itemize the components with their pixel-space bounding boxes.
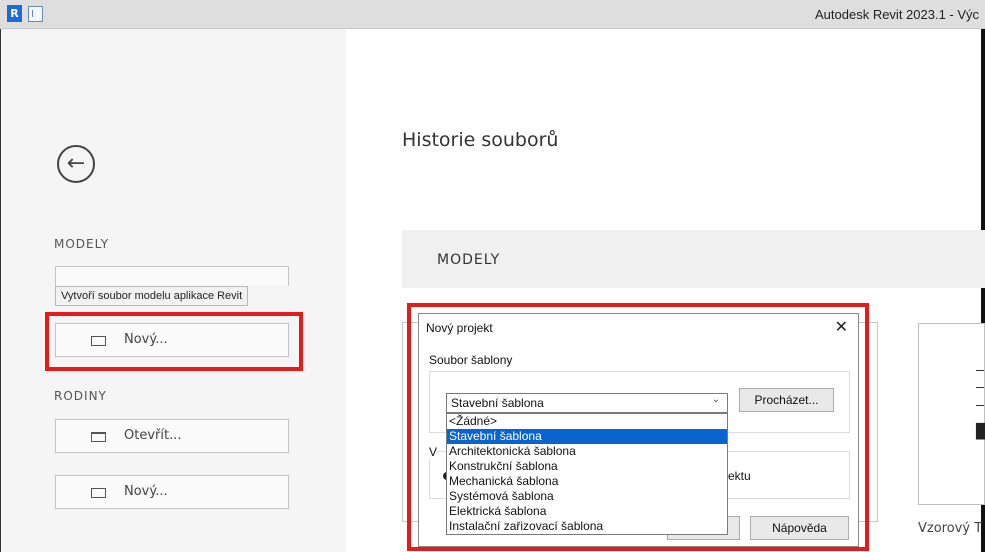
new-family-button[interactable]: Nový...: [55, 475, 289, 509]
sample-model-caption: Vzorový T: [918, 521, 983, 536]
new-document-icon: [91, 488, 106, 498]
highlight-box-new-model: [45, 312, 303, 371]
preview-line: [976, 405, 984, 406]
back-arrow-icon[interactable]: ←: [57, 145, 95, 183]
window-title: Autodesk Revit 2023.1 - Výc: [815, 7, 980, 22]
open-family-button[interactable]: Otevřít...: [55, 419, 289, 453]
tooltip: Vytvoří soubor modelu aplikace Revit: [55, 286, 249, 306]
open-folder-icon: [91, 432, 106, 442]
open-model-button[interactable]: [55, 266, 289, 286]
title-bar: R Autodesk Revit 2023.1 - Výc: [0, 0, 985, 29]
families-heading: RODINY: [54, 389, 107, 403]
open-family-label: Otevřít...: [124, 428, 182, 443]
sample-model-card[interactable]: █: [918, 323, 985, 505]
preview-line: [976, 387, 984, 388]
template-preview-icon: █: [976, 424, 985, 440]
highlight-box-dialog: [407, 303, 869, 551]
models-heading: MODELY: [54, 237, 110, 251]
preview-line: [976, 370, 984, 371]
revit-logo-icon[interactable]: R: [7, 5, 22, 22]
models-section-header: MODELY: [402, 230, 985, 288]
page-title: Historie souborů: [402, 129, 559, 151]
quick-access-icon[interactable]: [28, 6, 43, 22]
new-family-label: Nový...: [124, 484, 168, 499]
models-section-label: MODELY: [437, 252, 501, 268]
